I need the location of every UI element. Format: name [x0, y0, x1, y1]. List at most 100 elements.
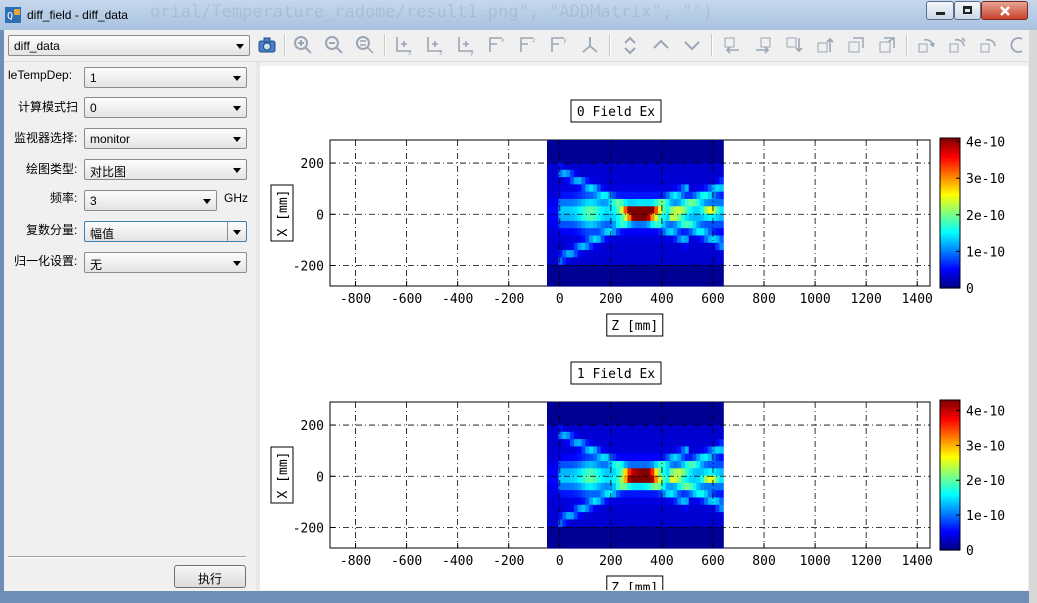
arrow-down-outline-icon[interactable] — [681, 34, 703, 56]
heatmap-cell — [669, 271, 675, 280]
heatmap-cell — [700, 416, 705, 425]
heatmap-cell — [684, 234, 690, 243]
heatmap-cell — [554, 467, 560, 476]
arrow-up-outline-icon[interactable] — [650, 34, 672, 56]
x-tick-label: 200 — [599, 554, 622, 569]
axis-x-add-icon[interactable]: x — [393, 34, 415, 56]
dataset-select[interactable]: diff_data — [8, 35, 250, 56]
normalize-select[interactable]: 无 — [84, 252, 247, 273]
heatmap-cell — [665, 198, 671, 207]
move-down-icon[interactable] — [783, 34, 805, 56]
heatmap-cell — [585, 504, 590, 513]
heatmap-cell — [635, 220, 640, 229]
heatmap-cell — [715, 482, 720, 491]
heatmap-cell — [550, 140, 556, 148]
heatmap-cell — [592, 147, 598, 156]
heatmap-cell — [700, 176, 705, 185]
view-2-icon[interactable] — [876, 34, 898, 56]
temp-dep-select[interactable]: 1 — [84, 67, 247, 88]
heatmap-cell — [692, 154, 697, 163]
heatmap-cell — [562, 438, 567, 447]
zoom-fit-icon[interactable] — [354, 34, 376, 56]
zoom-out-icon[interactable] — [323, 34, 345, 56]
heatmap-cell — [715, 489, 720, 498]
heatmap-cell — [562, 205, 567, 214]
heatmap-cell — [692, 409, 697, 418]
heatmap-cell — [684, 445, 690, 454]
heatmap-cell — [677, 416, 682, 425]
field-label: 绘图类型: — [26, 162, 78, 176]
heatmap-cell — [600, 504, 606, 513]
heatmap-cell — [570, 533, 575, 542]
heatmap-cell — [650, 220, 655, 229]
monitor-select[interactable]: monitor — [84, 128, 247, 149]
heatmap-cell — [692, 278, 697, 287]
heatmap-cell — [673, 402, 678, 410]
heatmap-cell — [669, 416, 675, 425]
chevron-down-icon — [233, 230, 241, 235]
rotate-cw-icon[interactable] — [915, 34, 937, 56]
heatmap-cell — [646, 227, 652, 236]
heatmap-cell — [661, 191, 667, 199]
heatmap-cell — [673, 438, 678, 447]
heatmap-cell — [692, 169, 697, 178]
run-button[interactable]: 执行 — [174, 565, 246, 588]
calc-mode-select[interactable]: 0 — [84, 97, 247, 118]
view-1-icon[interactable] — [845, 34, 867, 56]
heatmap-cell — [612, 511, 617, 520]
heatmap-cell — [635, 176, 640, 185]
heatmap-cell — [547, 540, 552, 549]
axis-3d-icon[interactable] — [579, 34, 601, 56]
move-up-icon[interactable] — [814, 34, 836, 56]
complex-component-select[interactable]: 幅值 — [84, 221, 247, 242]
heatmap-cell — [707, 489, 713, 498]
heatmap-cell — [570, 176, 575, 185]
axis-xz-icon[interactable]: x — [486, 34, 508, 56]
zoom-in-icon[interactable] — [292, 34, 314, 56]
heatmap-cell — [619, 220, 625, 229]
rotate-more-icon[interactable] — [1008, 34, 1028, 56]
plot-type-select[interactable]: 对比图 — [84, 159, 247, 180]
heatmap-cell — [646, 256, 652, 265]
move-left-icon[interactable] — [721, 34, 743, 56]
heatmap-cell — [615, 453, 621, 461]
move-right-icon[interactable] — [752, 34, 774, 56]
maximize-button[interactable] — [954, 1, 981, 20]
heatmap-cell — [566, 453, 571, 461]
heatmap-cell — [600, 227, 606, 236]
heatmap-cell — [596, 504, 602, 513]
heatmap-cell — [642, 191, 648, 199]
rotate-ccw-icon[interactable] — [946, 34, 968, 56]
axis-y-add-icon[interactable]: y — [455, 34, 477, 56]
heatmap-cell — [623, 438, 629, 447]
frequency-select[interactable]: 3 — [84, 190, 217, 211]
heatmap-cell — [577, 416, 583, 425]
arrow-up-icon[interactable] — [619, 34, 641, 56]
heatmap-cell — [681, 198, 686, 207]
heatmap-cell — [704, 489, 709, 498]
heatmap-cell — [642, 256, 648, 265]
axis-z-add-icon[interactable]: z — [424, 34, 446, 56]
plot-title: 0 Field Ex — [577, 105, 655, 120]
heatmap-cell — [562, 504, 567, 513]
minimize-button[interactable] — [926, 1, 954, 20]
close-button[interactable] — [981, 1, 1028, 20]
heatmap-cell — [619, 431, 625, 440]
heatmap-cell — [550, 409, 556, 418]
heatmap-cell — [688, 256, 694, 265]
axis-zy-icon[interactable]: y — [548, 34, 570, 56]
heatmap-cell — [677, 191, 682, 199]
heatmap-cell — [562, 416, 567, 425]
heatmap-cell — [711, 533, 717, 542]
heatmap-cell — [562, 242, 567, 251]
title-bar[interactable]: Q diff_field - diff_data orial/Temperatu… — [0, 0, 1037, 30]
heatmap-cell — [627, 183, 632, 192]
y-axis-label: X [mm] — [276, 452, 291, 499]
heatmap-cell — [650, 147, 655, 156]
window-title: diff_field - diff_data — [27, 8, 128, 22]
heatmap-cell — [661, 431, 667, 440]
axis-zx-icon[interactable]: z — [517, 34, 539, 56]
camera-icon[interactable] — [256, 34, 278, 56]
rotate-icon[interactable] — [977, 34, 999, 56]
heatmap-cell — [707, 504, 713, 513]
